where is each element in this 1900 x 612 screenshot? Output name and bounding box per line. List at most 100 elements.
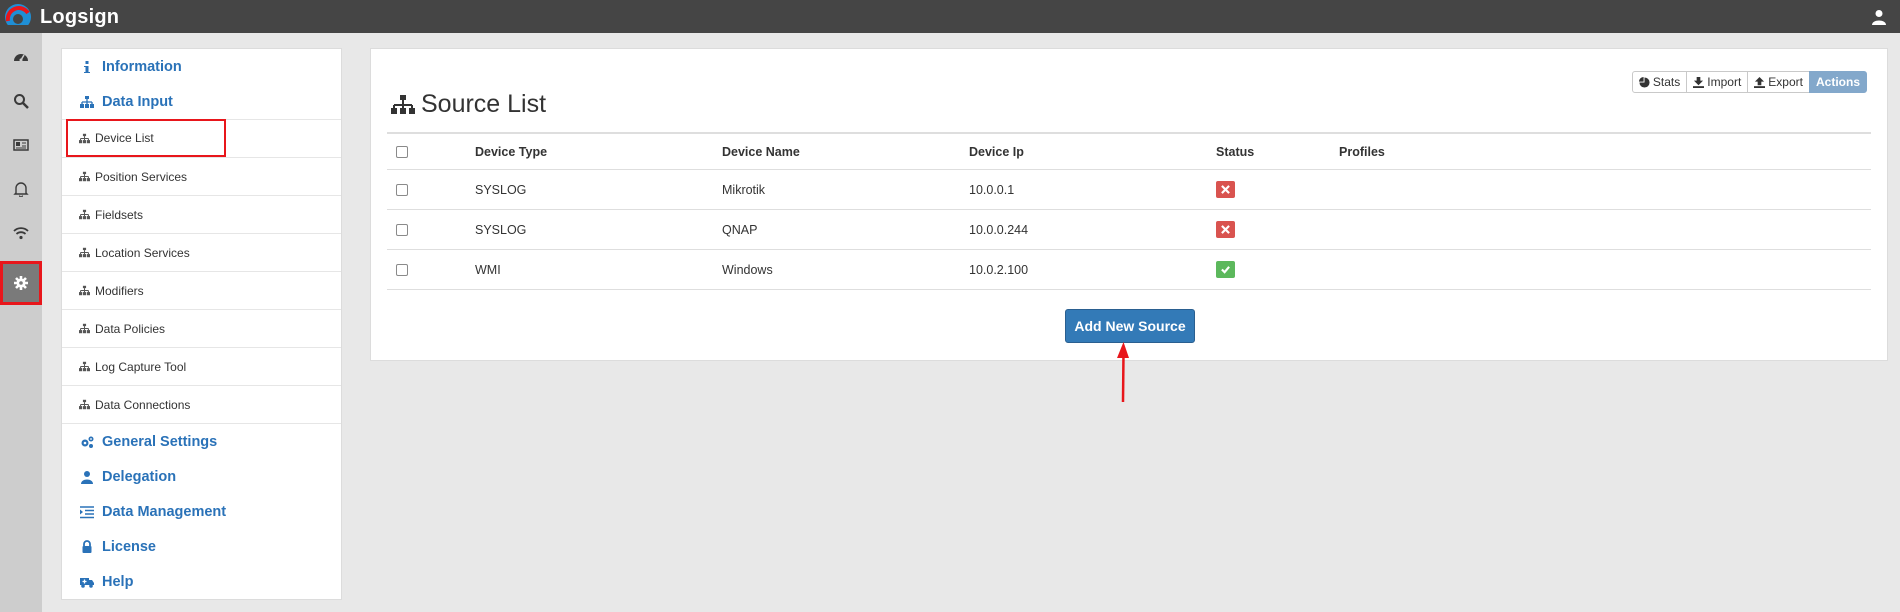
sidebar-divider [62,423,341,424]
close-icon [1221,225,1230,234]
stats-label: Stats [1652,75,1681,89]
sitemap-icon [79,285,90,296]
sidebar-section-data-input[interactable]: Data Input [80,90,173,114]
pie-chart-icon [1638,76,1650,88]
sidebar-section-label: License [102,539,156,555]
device-ip-cell: 10.0.2.100 [969,262,1029,277]
sidebar-item-log-capture-tool[interactable]: Log Capture Tool [62,347,341,385]
sidebar-section-help[interactable]: Help [80,570,133,594]
select-all-checkbox[interactable] [396,145,408,158]
device-name-cell: Windows [722,262,773,277]
sidebar-item-data-connections[interactable]: Data Connections [62,385,341,423]
column-header-device-ip[interactable]: Device Ip [969,134,1024,169]
sidebar-item-label: Position Services [95,169,188,184]
sidebar-section-label: Help [102,574,134,590]
ambulance-icon [80,578,94,588]
user-icon [81,471,93,484]
device-ip-cell: 10.0.0.1 [969,182,1015,197]
gears-icon [81,436,94,448]
sidebar-item-device-list[interactable]: Device List [66,119,226,157]
table-bottom-border [387,289,1871,290]
sidebar-item-modifiers[interactable]: Modifiers [62,271,341,309]
status-badge [1216,181,1235,198]
rail-settings[interactable] [0,261,42,305]
sitemap-icon [79,209,90,220]
sidebar-section-data-management[interactable]: Data Management [80,500,226,524]
list-indent-icon [80,506,94,519]
actions-button[interactable]: Actions [1808,71,1867,93]
rail-alerts[interactable] [0,167,42,211]
column-header-status[interactable]: Status [1216,134,1254,169]
rail-dashboard[interactable] [0,35,42,79]
column-header-device-type[interactable]: Device Type [475,134,547,169]
sitemap-icon [79,323,90,334]
rail-search[interactable] [0,79,42,123]
device-ip-cell: 10.0.0.244 [969,222,1029,237]
status-badge [1216,221,1235,238]
sidebar-section-label: Data Input [102,94,173,110]
sitemap-icon [79,133,90,143]
stats-button[interactable]: Stats [1631,71,1688,93]
table-row[interactable]: SYSLOG QNAP 10.0.0.244 [387,209,1871,249]
source-list-panel: Stats Import Export Actions Source List … [370,48,1888,361]
table-header-row: Device Type Device Name Device Ip Status… [387,132,1871,169]
device-type-cell: SYSLOG [475,222,527,237]
settings-sidebar: Information Data Input Device List Posit… [61,48,342,600]
sidebar-item-data-policies[interactable]: Data Policies [62,309,341,347]
sidebar-item-label: Location Services [95,245,190,260]
sidebar-section-information[interactable]: Information [80,55,182,79]
sidebar-item-location-services[interactable]: Location Services [62,233,341,271]
sitemap-icon [79,171,90,182]
page-title-wrap: Source List [391,90,546,119]
sidebar-item-position-services[interactable]: Position Services [62,157,341,195]
sidebar-item-label: Data Connections [95,397,191,412]
status-cell [1216,170,1235,209]
row-select-cell [396,170,408,209]
toolbar-button-group: Stats Import Export Actions [1631,71,1867,93]
report-card-icon [13,139,29,151]
table-row[interactable]: SYSLOG Mikrotik 10.0.0.1 [387,169,1871,209]
row-checkbox[interactable] [396,183,408,196]
info-icon [84,61,90,73]
download-icon [1693,76,1705,88]
add-new-source-button[interactable]: Add New Source [1065,309,1195,343]
export-button[interactable]: Export [1747,71,1810,93]
top-bar: Logsign [0,0,1900,33]
annotation-arrow-icon [1117,342,1129,403]
source-table: Device Type Device Name Device Ip Status… [387,132,1871,290]
sitemap-icon [80,96,94,108]
import-label: Import [1707,75,1742,89]
import-button[interactable]: Import [1686,71,1749,93]
row-checkbox[interactable] [396,263,408,276]
sidebar-section-delegation[interactable]: Delegation [80,465,176,489]
icon-rail [0,33,42,612]
sidebar-item-label: Fieldsets [95,207,144,222]
user-icon[interactable] [1872,9,1886,25]
upload-icon [1754,76,1766,88]
sitemap-icon [391,94,415,114]
sidebar-item-label: Modifiers [95,283,144,298]
sidebar-section-label: Data Management [102,504,227,520]
bell-icon [13,182,29,197]
status-badge [1216,261,1235,278]
sidebar-item-label: Data Policies [95,321,166,336]
row-select-cell [396,250,408,289]
sidebar-section-general-settings[interactable]: General Settings [80,430,217,454]
table-row[interactable]: WMI Windows 10.0.2.100 [387,249,1871,289]
device-name-cell: QNAP [722,222,758,237]
sitemap-icon [79,247,90,258]
row-select-cell [396,210,408,249]
lock-icon [82,540,92,553]
column-header-profiles[interactable]: Profiles [1339,134,1385,169]
sidebar-section-license[interactable]: License [80,535,156,559]
sidebar-item-fieldsets[interactable]: Fieldsets [62,195,341,233]
sitemap-icon [79,361,90,372]
actions-label: Actions [1815,75,1860,89]
row-checkbox[interactable] [396,223,408,236]
brand-name: Logsign [40,6,120,28]
column-header-device-name[interactable]: Device Name [722,134,800,169]
rail-reports[interactable] [0,123,42,167]
rail-network[interactable] [0,211,42,255]
sidebar-section-label: Delegation [102,469,177,485]
wifi-icon [13,227,29,240]
